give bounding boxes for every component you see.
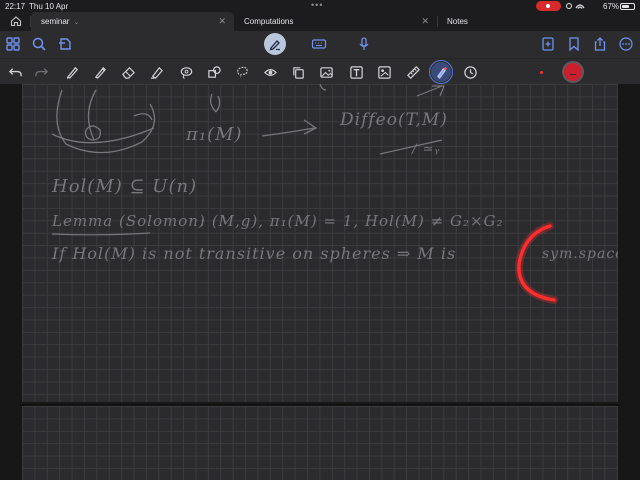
arrow-mark <box>416 85 445 97</box>
copy-icon[interactable] <box>288 62 308 82</box>
image-icon[interactable] <box>316 62 336 82</box>
more-icon[interactable] <box>615 33 637 55</box>
handwritten-pi1: π₁(M) <box>186 124 243 145</box>
battery-icon <box>620 3 635 10</box>
highlighter-icon[interactable] <box>146 62 166 82</box>
tab-computations[interactable]: Computations ✕ <box>234 12 437 31</box>
clock-date: Thu 10 Apr <box>29 2 69 11</box>
laser-pointer-icon[interactable] <box>429 60 453 84</box>
multitasking-dots[interactable]: ••• <box>311 0 323 10</box>
tab-label: seminar <box>41 17 70 26</box>
tab-label: Computations <box>244 17 294 26</box>
red-bracket-glow <box>514 222 558 304</box>
battery-percent: 67% <box>603 2 620 11</box>
arrow-mark <box>261 119 318 137</box>
keyboard-icon[interactable] <box>308 33 330 55</box>
undo-icon[interactable] <box>5 62 25 82</box>
tab-label: Notes <box>447 17 468 26</box>
timer-icon[interactable] <box>460 62 480 82</box>
handwritten-statement: If Hol(M) is not transitive on spheres ⇒… <box>52 244 457 263</box>
top-toolbar <box>0 31 640 58</box>
status-bar: 22:17 Thu 10 Apr ••• 67% <box>0 0 640 12</box>
text-icon[interactable] <box>346 62 366 82</box>
image-crop-icon[interactable] <box>374 62 394 82</box>
handwriting-layer: π₁(M) Diffeo(T,M) / ≃ᵧ Hol(M) ⊆ U(n) Lem… <box>22 84 618 402</box>
handwritten-lemma-title: Lemma (Solomon) <box>52 212 206 230</box>
shapes-icon[interactable] <box>204 62 224 82</box>
screen-recording-icon[interactable] <box>536 1 561 11</box>
microphone-icon[interactable] <box>353 33 375 55</box>
home-icon[interactable] <box>8 14 24 28</box>
tab-bar: seminar ⌄ ✕ Computations ✕ Notes <box>0 12 640 31</box>
pen-icon[interactable] <box>62 62 82 82</box>
bookmark-export-icon[interactable] <box>54 33 76 55</box>
handwritten-hol-subset: Hol(M) ⊆ U(n) <box>52 176 198 197</box>
lasso-free-icon[interactable] <box>232 62 252 82</box>
bookmark-icon[interactable] <box>563 33 585 55</box>
color-dot-red[interactable] <box>540 71 543 74</box>
next-note-page[interactable] <box>22 404 618 480</box>
close-icon[interactable]: ✕ <box>421 16 429 27</box>
underline-mark <box>51 232 151 236</box>
curve-mark <box>319 84 327 91</box>
tab-notes[interactable]: Notes <box>437 12 640 31</box>
pencil-icon[interactable] <box>90 62 110 82</box>
handwritten-sym-space: sym.space <box>542 246 618 262</box>
tool-palette <box>0 58 640 84</box>
close-icon[interactable]: ✕ <box>218 16 226 27</box>
lasso-icon[interactable] <box>176 62 196 82</box>
pen-mode-icon[interactable] <box>264 33 286 55</box>
handwritten-diffeo: Diffeo(T,M) <box>340 110 448 130</box>
selected-color-swatch[interactable] <box>562 61 584 83</box>
redo-icon[interactable] <box>31 62 51 82</box>
ruler-icon[interactable] <box>403 62 423 82</box>
ink-drawings <box>51 84 558 304</box>
clock-time: 22:17 <box>5 2 26 11</box>
grid-icon[interactable] <box>2 33 24 55</box>
tab-seminar[interactable]: seminar ⌄ ✕ <box>31 12 234 31</box>
add-page-icon[interactable] <box>537 33 559 55</box>
eraser-icon[interactable] <box>118 62 138 82</box>
sticker-icon[interactable] <box>260 62 280 82</box>
share-icon[interactable] <box>589 33 611 55</box>
chevron-down-icon[interactable]: ⌄ <box>73 18 79 26</box>
battery-fill <box>622 5 629 8</box>
handwritten-lemma-body: : (M,g), π₁(M) = 1, Hol(M) ≠ G₂×G₂ <box>200 212 504 230</box>
handwritten-quotient: / ≃ᵧ <box>412 142 441 157</box>
search-icon[interactable] <box>28 33 50 55</box>
